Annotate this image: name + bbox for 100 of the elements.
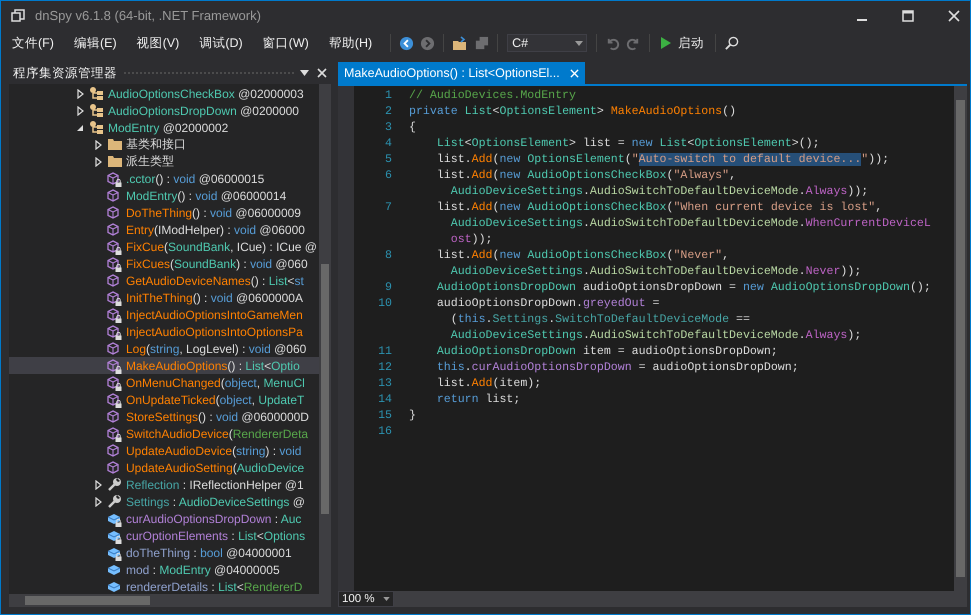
document-tab[interactable]: MakeAudioOptions() : List<OptionsEl... xyxy=(338,62,585,84)
maximize-icon[interactable] xyxy=(902,10,914,22)
tree-item[interactable]: curOptionElements : List<Options xyxy=(9,527,319,544)
tree-item[interactable]: 派生类型 xyxy=(9,153,319,170)
tree-item[interactable]: MakeAudioOptions() : List<Optio xyxy=(9,357,319,374)
class-icon xyxy=(89,120,105,135)
field-icon xyxy=(107,530,121,542)
lock-icon xyxy=(115,179,122,187)
tree-item[interactable]: InitTheThing() : void @0600000A xyxy=(9,289,319,306)
scrollbar[interactable] xyxy=(394,591,967,607)
code-line: list.Add(new AudioOptionsCheckBox("When current device is lost", xyxy=(436,200,882,214)
line-number: 15 xyxy=(378,408,392,422)
tree-item[interactable]: mod : ModEntry @04000005 xyxy=(9,561,319,578)
tree-item[interactable]: UpdateAudioDevice(string) : void xyxy=(9,442,319,459)
code-line: AudioDeviceSettings.AudioSwitchToDefaultDeviceMode.Always); xyxy=(450,328,862,342)
menu-item[interactable]: 窗口(W) xyxy=(256,34,316,52)
line-number: 7 xyxy=(385,200,392,214)
expand-icon[interactable] xyxy=(76,88,84,98)
cube-icon xyxy=(107,172,121,186)
lock-icon xyxy=(115,332,122,340)
tree-item[interactable]: UpdateAudioSetting(AudioDevice xyxy=(9,459,319,476)
line-number: 1 xyxy=(385,88,392,102)
expand-icon[interactable] xyxy=(94,156,102,166)
lock-icon xyxy=(115,247,122,255)
line-number: 5 xyxy=(385,152,392,166)
tree-item[interactable]: InjectAudioOptionsIntoOptionsPa xyxy=(9,323,319,340)
start-button[interactable]: 启动 xyxy=(655,34,710,52)
tree-item[interactable]: .cctor() : void @06000015 xyxy=(9,170,319,187)
lock-icon xyxy=(115,366,122,374)
menu-item[interactable]: 视图(V) xyxy=(130,34,186,52)
search-icon[interactable] xyxy=(724,36,740,50)
tree-item[interactable]: FixCue(SoundBank, ICue) : ICue @ xyxy=(9,238,319,255)
tree-item[interactable]: Settings : AudioDeviceSettings @ xyxy=(9,493,319,510)
lock-icon xyxy=(115,519,122,527)
code-line: AudioOptionsDropDown audioOptionsDropDown = new AudioOptionsDropDown(); xyxy=(436,280,931,294)
tree-item[interactable]: OnMenuChanged(object, MenuCl xyxy=(9,374,319,391)
tree-item[interactable]: InjectAudioOptionsIntoGameMen xyxy=(9,306,319,323)
line-number: 10 xyxy=(378,296,392,310)
tree-item[interactable]: FixCues(SoundBank) : void @060 xyxy=(9,255,319,272)
expand-icon[interactable] xyxy=(94,496,102,506)
forward-icon[interactable] xyxy=(420,36,436,50)
menu-item[interactable]: 编辑(E) xyxy=(66,34,124,52)
tree-item[interactable]: AudioOptionsDropDown @0200000 xyxy=(9,102,319,119)
lock-icon xyxy=(115,553,122,561)
wrench-icon xyxy=(107,494,122,509)
back-icon[interactable] xyxy=(399,36,414,50)
line-number: 12 xyxy=(378,360,392,374)
menu-item[interactable]: 文件(F) xyxy=(5,34,61,52)
language-dropdown[interactable]: C# xyxy=(507,34,588,52)
code-line: list.Add(new OptionsElement("Auto-switch to default device...")); xyxy=(436,152,890,166)
close-icon[interactable] xyxy=(317,68,327,78)
code-line: audioOptionsDropDown.greyedOut = xyxy=(436,296,660,310)
cube-icon xyxy=(107,410,121,424)
tree-item[interactable]: ModEntry() : void @06000014 xyxy=(9,187,319,204)
expand-icon[interactable] xyxy=(76,106,84,116)
open-folder-icon[interactable] xyxy=(452,36,468,50)
tree-item[interactable]: GetAudioDeviceNames() : List<st xyxy=(9,272,319,289)
field-icon xyxy=(107,546,121,558)
menu-item[interactable]: 调试(D) xyxy=(192,34,250,52)
save-all-icon[interactable] xyxy=(474,36,490,50)
panel-title: 程序集资源管理器 xyxy=(13,64,117,82)
tree-item[interactable]: AudioOptionsCheckBox @02000003 xyxy=(9,85,319,102)
collapse-icon[interactable] xyxy=(76,124,84,132)
zoom-dropdown[interactable]: 100 % xyxy=(338,591,394,607)
tree-item[interactable]: Reflection : IReflectionHelper @1 xyxy=(9,476,319,493)
dropdown-icon[interactable] xyxy=(300,70,309,76)
menu-item[interactable]: 帮助(H) xyxy=(322,34,380,52)
tree-item[interactable]: doTheThing : bool @04000001 xyxy=(9,544,319,561)
lock-icon xyxy=(115,264,122,272)
close-icon[interactable] xyxy=(948,10,960,22)
code-line: private List<OptionsElement> MakeAudioOptions() xyxy=(409,104,736,118)
tree-item[interactable]: DoTheThing() : void @06000009 xyxy=(9,204,319,221)
tree-item[interactable]: curAudioOptionsDropDown : Auc xyxy=(9,510,319,527)
tree-item[interactable]: 基类和接口 xyxy=(9,136,319,153)
tree-item[interactable]: StoreSettings() : void @0600000D xyxy=(9,408,319,425)
scrollbar[interactable] xyxy=(9,594,331,607)
lock-icon xyxy=(115,400,122,408)
cube-icon xyxy=(107,444,121,458)
expand-icon[interactable] xyxy=(94,140,102,150)
class-icon xyxy=(89,103,105,118)
scrollbar[interactable] xyxy=(319,84,331,594)
code-line: (this.Settings.SwitchToDefaultDeviceMode == xyxy=(450,312,750,326)
expand-icon[interactable] xyxy=(94,480,102,490)
tree-item[interactable]: SwitchAudioDevice(RendererDeta xyxy=(9,425,319,442)
caret-icon xyxy=(575,40,584,46)
app-icon xyxy=(11,8,25,22)
tree-item[interactable]: rendererDetails : List<RendererD xyxy=(9,578,319,594)
tree-item[interactable]: Log(string, LogLevel) : void @060 xyxy=(9,340,319,357)
scrollbar[interactable] xyxy=(954,86,967,591)
play-icon xyxy=(661,37,672,49)
code-line: AudioDeviceSettings.AudioSwitchToDefaultDeviceMode.WhenCurrentDeviceL xyxy=(450,216,931,230)
cube-icon xyxy=(107,274,121,288)
line-number: 13 xyxy=(378,376,392,390)
code-line: list.Add(item); xyxy=(436,376,542,390)
tree-item[interactable]: Entry(IModHelper) : void @06000 xyxy=(9,221,319,238)
cube-icon xyxy=(107,222,121,236)
field-icon xyxy=(107,512,121,524)
tree-item[interactable]: ModEntry @02000002 xyxy=(9,119,319,136)
code-line: // AudioDevices.ModEntry xyxy=(409,88,576,102)
tree-item[interactable]: OnUpdateTicked(object, UpdateT xyxy=(9,391,319,408)
